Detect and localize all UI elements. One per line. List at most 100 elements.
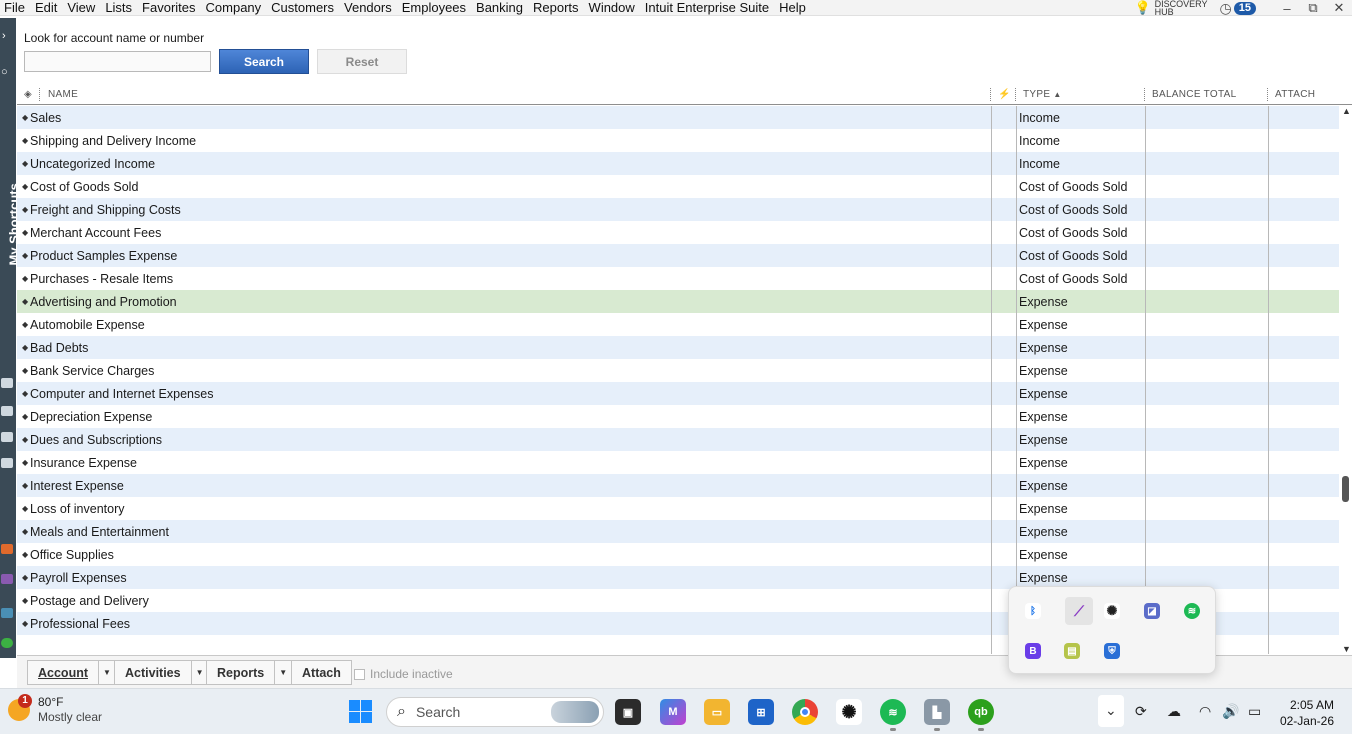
column-divider[interactable] (39, 88, 40, 101)
column-header-name[interactable]: NAME (48, 89, 78, 100)
shortcut-icon-7[interactable] (1, 608, 13, 618)
reset-button[interactable]: Reset (317, 49, 407, 74)
chatgpt-icon[interactable]: ✺ (1104, 603, 1120, 619)
table-row[interactable]: ◆ Computer and Internet Expenses Expense (17, 382, 1339, 405)
table-row[interactable]: ◆ Sales Income (17, 106, 1339, 129)
chevron-down-icon[interactable]: ▼ (98, 661, 115, 684)
volume-icon[interactable]: 🔊 (1222, 703, 1239, 720)
menu-employees[interactable]: Employees (397, 0, 471, 15)
shortcut-icon-6[interactable] (1, 574, 13, 584)
column-header-type[interactable]: TYPE ▲ (1023, 89, 1062, 100)
b-app-icon[interactable]: B (1025, 643, 1041, 659)
menu-help[interactable]: Help (774, 0, 811, 15)
table-row[interactable]: ◆ Product Samples Expense Cost of Goods So… (17, 244, 1339, 267)
task-view-icon[interactable]: ▣ (615, 699, 641, 725)
table-row[interactable]: ◆ Meals and Entertainment Expense (17, 520, 1339, 543)
menu-edit[interactable]: Edit (30, 0, 62, 15)
include-inactive-checkbox[interactable]: Include inactive (354, 667, 453, 681)
column-divider[interactable] (990, 88, 991, 101)
search-input[interactable] (24, 51, 211, 72)
table-row[interactable]: ◆ Bank Service Charges Expense (17, 359, 1339, 382)
online-banking-icon[interactable]: ⚡ (998, 89, 1011, 100)
tray-overflow-button[interactable]: ⌄ (1098, 695, 1124, 727)
reminders-button[interactable]: ◷ 15 (1220, 0, 1256, 17)
table-row[interactable]: ◆ Interest Expense Expense (17, 474, 1339, 497)
table-row[interactable]: ◆ Cost of Goods Sold Cost of Goods Sold (17, 175, 1339, 198)
menu-favorites[interactable]: Favorites (137, 0, 200, 15)
app-icon[interactable]: ▙ (924, 699, 950, 725)
restore-button[interactable]: ⧉ (1300, 0, 1326, 16)
copilot-icon[interactable]: ◪ (1144, 603, 1160, 619)
activities-menu-button[interactable]: Activities ▼ (114, 660, 209, 685)
shortcut-icon-3[interactable] (1, 432, 13, 442)
wifi-icon[interactable]: ◠ (1199, 703, 1211, 720)
weather-widget[interactable]: 1 80°F Mostly clear (8, 694, 102, 725)
table-row[interactable]: ◆ Shipping and Delivery Income Income (17, 129, 1339, 152)
security-warning-icon[interactable]: ⛨ (1104, 643, 1120, 659)
menu-view[interactable]: View (62, 0, 100, 15)
table-row[interactable]: ◆ Freight and Shipping Costs Cost of Goods… (17, 198, 1339, 221)
checkbox-icon[interactable] (354, 668, 365, 680)
table-row[interactable]: ◆ Uncategorized Income Income (17, 152, 1339, 175)
menu-window[interactable]: Window (584, 0, 640, 15)
minimize-button[interactable]: – (1274, 1, 1300, 16)
spotify-icon[interactable]: ≋ (880, 699, 906, 725)
expand-shortcuts-icon[interactable]: › (2, 30, 6, 42)
m365-icon[interactable]: M (660, 699, 686, 725)
add-shortcut-icon[interactable] (1, 638, 13, 648)
store-icon[interactable]: ⊞ (748, 699, 774, 725)
table-row[interactable]: ◆ Dues and Subscriptions Expense (17, 428, 1339, 451)
attach-button[interactable]: Attach (291, 660, 352, 685)
search-button[interactable]: Search (219, 49, 309, 74)
scroll-down-icon[interactable]: ▼ (1342, 644, 1351, 654)
shortcut-icon-1[interactable] (1, 378, 13, 388)
table-row[interactable]: ◆ Bad Debts Expense (17, 336, 1339, 359)
scroll-up-icon[interactable]: ▲ (1342, 106, 1351, 116)
battery-icon[interactable]: ▭ (1248, 703, 1261, 720)
onedrive-icon[interactable]: ☁ (1167, 703, 1181, 720)
table-row[interactable]: ◆ Office Supplies Expense (17, 543, 1339, 566)
menu-company[interactable]: Company (201, 0, 267, 15)
shortcut-icon-5[interactable] (1, 544, 13, 554)
column-options-icon[interactable]: ◈ (24, 89, 32, 100)
menu-vendors[interactable]: Vendors (339, 0, 397, 15)
bluetooth-icon[interactable]: ᛒ (1025, 603, 1041, 619)
table-row[interactable]: ◆ Automobile Expense Expense (17, 313, 1339, 336)
column-divider[interactable] (1267, 88, 1268, 101)
printer-icon[interactable]: ▤ (1064, 643, 1080, 659)
taskbar-search[interactable]: ⌕ Search (386, 697, 604, 727)
search-icon[interactable]: ○ (1, 66, 8, 78)
sync-icon[interactable]: ⟳ (1135, 703, 1147, 720)
scroll-thumb[interactable] (1342, 476, 1349, 502)
spotify-icon[interactable]: ≋ (1184, 603, 1200, 619)
menu-intuit-enterprise-suite[interactable]: Intuit Enterprise Suite (640, 0, 774, 15)
system-clock[interactable]: 2:05 AM 02-Jan-26 (1280, 697, 1334, 729)
account-menu-button[interactable]: Account ▼ (27, 660, 116, 685)
column-divider[interactable] (1144, 88, 1145, 101)
start-button[interactable] (349, 700, 372, 723)
close-button[interactable]: ✕ (1326, 0, 1352, 16)
shortcut-icon-2[interactable] (1, 406, 13, 416)
menu-customers[interactable]: Customers (266, 0, 339, 15)
table-row[interactable]: ◆ Merchant Account Fees Cost of Goods Sold (17, 221, 1339, 244)
vertical-scrollbar[interactable]: ▲ ▼ (1339, 106, 1352, 654)
file-explorer-icon[interactable]: ▭ (704, 699, 730, 725)
table-row[interactable]: ◆ Advertising and Promotion Expense (17, 290, 1339, 313)
chrome-icon[interactable] (792, 699, 818, 725)
column-header-attach[interactable]: ATTACH (1275, 89, 1315, 100)
shortcuts-panel[interactable]: › ○ My Shortcuts (0, 18, 22, 658)
pen-icon[interactable]: ⟋ (1065, 597, 1093, 625)
chevron-down-icon[interactable]: ▼ (274, 661, 291, 684)
column-header-balance[interactable]: BALANCE TOTAL (1152, 89, 1237, 100)
menu-lists[interactable]: Lists (100, 0, 137, 15)
menu-reports[interactable]: Reports (528, 0, 584, 15)
menu-banking[interactable]: Banking (471, 0, 528, 15)
menu-file[interactable]: File (0, 0, 30, 15)
table-row[interactable]: ◆ Depreciation Expense Expense (17, 405, 1339, 428)
table-row[interactable]: ◆ Purchases - Resale Items Cost of Goods S… (17, 267, 1339, 290)
table-row[interactable]: ◆ Loss of inventory Expense (17, 497, 1339, 520)
table-row[interactable]: ◆ Insurance Expense Expense (17, 451, 1339, 474)
quickbooks-icon[interactable]: qb (968, 699, 994, 725)
shortcut-icon-4[interactable] (1, 458, 13, 468)
discovery-hub-button[interactable]: 💡 DISCOVERY HUB (1134, 0, 1207, 17)
